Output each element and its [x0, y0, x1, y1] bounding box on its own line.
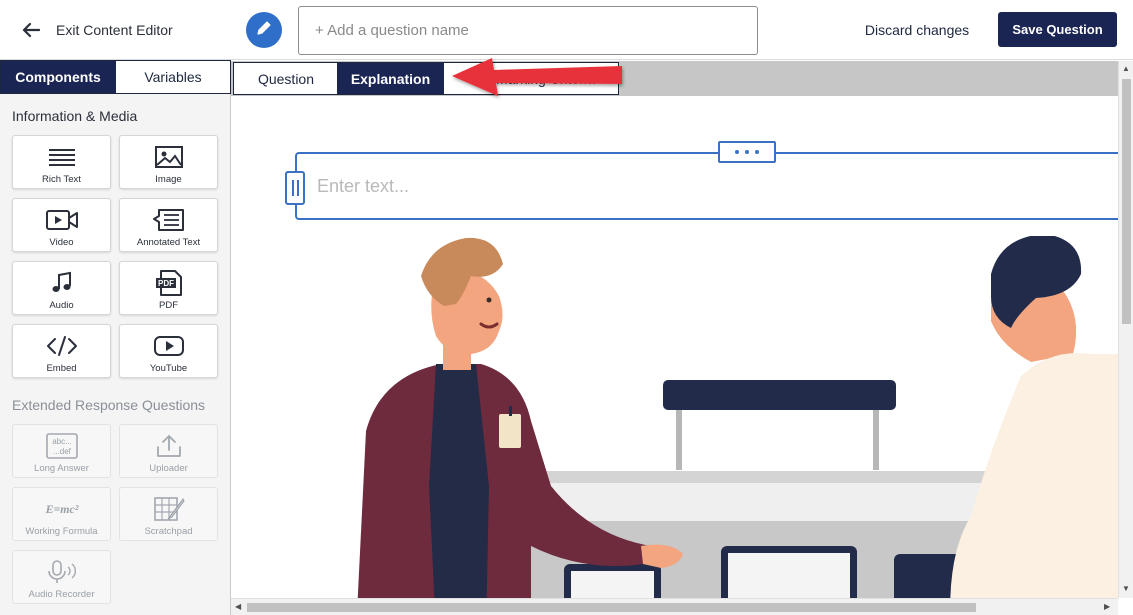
- svg-text:abc...: abc...: [52, 437, 72, 446]
- component-rich-text[interactable]: Rich Text: [12, 135, 111, 189]
- discard-changes-button[interactable]: Discard changes: [853, 12, 981, 48]
- drag-dot: [755, 150, 759, 154]
- section-title-information-media: Information & Media: [12, 108, 138, 124]
- tab-self-marking-criteria[interactable]: Self-Marking Criteria: [443, 62, 619, 95]
- block-move-handle[interactable]: [718, 141, 776, 163]
- exit-label: Exit Content Editor: [56, 21, 173, 38]
- component-label: Rich Text: [42, 174, 81, 185]
- scroll-right-icon[interactable]: ▶: [1104, 603, 1110, 611]
- section-title-extended-response: Extended Response Questions: [12, 397, 206, 413]
- component-video[interactable]: Video: [12, 198, 111, 252]
- tab-variables[interactable]: Variables: [115, 61, 230, 93]
- component-sidebar: Exit Content Editor Components Variables…: [0, 0, 231, 615]
- video-icon: [45, 207, 79, 233]
- component-uploader[interactable]: Uploader: [119, 424, 218, 478]
- content-editor-app: Exit Content Editor Components Variables…: [0, 0, 1133, 615]
- vertical-scrollbar[interactable]: ▲ ▼: [1118, 61, 1133, 598]
- component-label: Audio: [49, 300, 74, 311]
- component-label: Long Answer: [34, 463, 89, 474]
- component-working-formula[interactable]: E=mc² Working Formula: [12, 487, 111, 541]
- exit-content-editor-link[interactable]: Exit Content Editor: [0, 0, 231, 60]
- long-answer-icon: abc... ...def: [45, 433, 79, 459]
- pdf-icon: PDF: [152, 270, 186, 296]
- scroll-up-icon[interactable]: ▲: [1122, 65, 1130, 73]
- horizontal-scroll-thumb[interactable]: [247, 603, 976, 612]
- horizontal-scrollbar[interactable]: ◀ ▶: [231, 598, 1118, 615]
- sidebar-tabs: Components Variables: [0, 60, 231, 94]
- block-drag-handle[interactable]: [285, 171, 305, 205]
- component-label: YouTube: [149, 363, 188, 374]
- upload-icon: [152, 433, 186, 459]
- annotated-text-icon: [152, 207, 186, 233]
- component-label: Scratchpad: [144, 526, 193, 537]
- save-question-button[interactable]: Save Question: [998, 12, 1117, 47]
- rich-text-icon: [45, 144, 79, 170]
- question-name-input[interactable]: [298, 6, 758, 55]
- explanation-illustration: [357, 236, 1118, 598]
- drag-bar: [291, 180, 294, 196]
- rich-text-block[interactable]: Enter text...: [295, 152, 1118, 220]
- component-scratchpad[interactable]: Scratchpad: [119, 487, 218, 541]
- text-placeholder: Enter text...: [317, 176, 410, 196]
- scroll-left-icon[interactable]: ◀: [235, 603, 241, 611]
- tab-components[interactable]: Components: [1, 61, 115, 93]
- pdf-icon-text: PDF: [158, 279, 174, 288]
- vertical-scroll-thumb[interactable]: [1122, 79, 1131, 324]
- tab-explanation[interactable]: Explanation: [337, 62, 444, 95]
- component-label: Working Formula: [25, 526, 98, 537]
- edit-pencil-button[interactable]: [246, 12, 282, 48]
- drag-bar: [296, 180, 299, 196]
- music-note-icon: [45, 270, 79, 296]
- component-label: Audio Recorder: [28, 589, 95, 600]
- formula-icon-text: E=mc²: [45, 502, 79, 516]
- editor-top-bar: Discard changes Save Question: [231, 0, 1133, 60]
- component-label: Annotated Text: [136, 237, 201, 248]
- component-label: Embed: [46, 363, 77, 374]
- component-annotated-text[interactable]: Annotated Text: [119, 198, 218, 252]
- microphone-icon: [45, 559, 79, 585]
- pencil-icon: [255, 19, 273, 42]
- code-icon: [45, 333, 79, 359]
- formula-icon: E=mc²: [45, 496, 79, 522]
- component-label: Uploader: [149, 463, 188, 474]
- drag-dot: [745, 150, 749, 154]
- component-image[interactable]: Image: [119, 135, 218, 189]
- component-youtube[interactable]: YouTube: [119, 324, 218, 378]
- component-long-answer[interactable]: abc... ...def Long Answer: [12, 424, 111, 478]
- component-label: Image: [155, 174, 182, 185]
- scroll-down-icon[interactable]: ▼: [1122, 585, 1130, 593]
- explanation-canvas: Enter text...: [231, 96, 1118, 598]
- editor-tab-strip: Question Explanation Self-Marking Criter…: [231, 61, 1118, 96]
- back-arrow-icon[interactable]: [20, 19, 42, 41]
- svg-text:...def: ...def: [53, 447, 72, 456]
- scratchpad-icon: [152, 496, 186, 522]
- tab-question[interactable]: Question: [233, 62, 339, 95]
- youtube-icon: [152, 333, 186, 359]
- editor-area: Question Explanation Self-Marking Criter…: [231, 61, 1118, 598]
- component-label: Video: [49, 237, 74, 248]
- component-label: PDF: [159, 300, 178, 311]
- component-audio[interactable]: Audio: [12, 261, 111, 315]
- drag-dot: [735, 150, 739, 154]
- component-embed[interactable]: Embed: [12, 324, 111, 378]
- component-pdf[interactable]: PDF PDF: [119, 261, 218, 315]
- component-audio-recorder[interactable]: Audio Recorder: [12, 550, 111, 604]
- image-icon: [152, 144, 186, 170]
